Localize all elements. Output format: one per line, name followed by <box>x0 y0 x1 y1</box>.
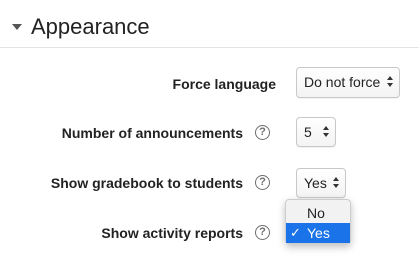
show-gradebook-value: Yes <box>304 175 327 191</box>
section-divider <box>0 47 419 48</box>
collapse-caret-icon[interactable] <box>12 24 22 30</box>
force-language-label: Force language <box>172 76 276 92</box>
force-language-value: Do not force <box>304 74 381 90</box>
section-header-appearance[interactable]: Appearance <box>0 0 419 50</box>
show-gradebook-label: Show gradebook to students <box>50 175 243 191</box>
checkmark-icon: ✓ <box>290 225 301 240</box>
dropdown-option-label: No <box>307 205 325 221</box>
dropdown-option-no[interactable]: No <box>286 203 350 223</box>
dropdown-option-yes[interactable]: ✓ Yes <box>286 223 350 243</box>
dropdown-option-label: Yes <box>307 225 330 241</box>
help-icon[interactable]: ? <box>255 225 270 240</box>
section-title: Appearance <box>31 14 150 39</box>
number-of-announcements-select[interactable]: 5 <box>296 117 336 147</box>
number-of-announcements-label: Number of announcements <box>61 125 243 141</box>
select-arrows-icon <box>387 76 394 89</box>
show-gradebook-select[interactable]: Yes <box>296 168 346 198</box>
activity-reports-dropdown[interactable]: No ✓ Yes <box>285 199 351 244</box>
help-icon[interactable]: ? <box>255 125 270 140</box>
select-arrows-icon <box>323 126 330 139</box>
select-arrows-icon <box>333 177 340 190</box>
show-activity-reports-label: Show activity reports <box>101 225 243 241</box>
number-of-announcements-value: 5 <box>304 124 312 140</box>
help-icon[interactable]: ? <box>255 175 270 190</box>
force-language-select[interactable]: Do not force <box>296 67 400 98</box>
